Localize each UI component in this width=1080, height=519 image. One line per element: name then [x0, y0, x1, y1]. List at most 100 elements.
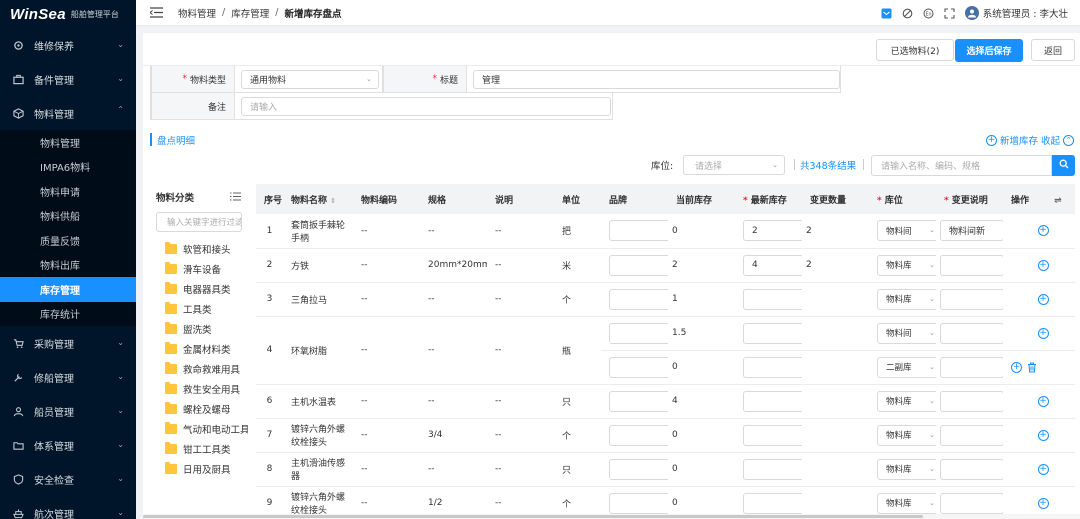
sidebar-sub-statistics[interactable]: 库存统计 [0, 302, 136, 327]
sidebar-item-purchase[interactable]: 采购管理 ⌄ [0, 326, 136, 360]
location-select[interactable]: 物料库 ⌄ [877, 254, 936, 276]
selected-materials-button[interactable]: 已选物料(2) [876, 39, 954, 61]
mail-icon[interactable] [881, 8, 892, 19]
delete-icon[interactable] [1027, 362, 1037, 373]
change-note-input[interactable] [940, 492, 1003, 514]
brand-input[interactable] [609, 492, 668, 514]
add-location-icon[interactable]: + [1037, 259, 1049, 271]
horizontal-scrollbar[interactable] [143, 514, 1080, 519]
sidebar-item-repair[interactable]: 修船管理 ⌄ [0, 360, 136, 394]
location-filter-select[interactable]: 请选择 ⌄ [683, 155, 785, 175]
sidebar-sub-request[interactable]: 物料申请 [0, 179, 136, 204]
breadcrumb-item[interactable]: 物料管理 [178, 6, 216, 20]
theme-icon[interactable] [902, 8, 913, 19]
category-item[interactable]: 金属材料类 [150, 339, 248, 359]
user-menu[interactable]: 系统管理员 : 李大壮 [964, 6, 1068, 20]
location-select[interactable]: 物料间 ⌄ [877, 220, 936, 242]
back-button[interactable]: 返回 [1031, 39, 1075, 61]
location-select[interactable]: 物料间 ⌄ [877, 322, 936, 344]
change-note-input[interactable] [940, 458, 1003, 480]
sidebar-sub-outbound[interactable]: 物料出库 [0, 253, 136, 278]
brand-input[interactable] [609, 356, 668, 378]
change-note-input[interactable] [940, 424, 1003, 446]
fullscreen-icon[interactable] [944, 7, 955, 19]
category-item[interactable]: 日用及厨具 [150, 459, 248, 479]
sidebar-sub-quality[interactable]: 质量反馈 [0, 228, 136, 253]
latest-stock-input[interactable] [743, 424, 802, 446]
category-item[interactable]: 气动和电动工具 [150, 419, 248, 439]
breadcrumb-item[interactable]: 库存管理 [231, 6, 269, 20]
change-note-input[interactable] [940, 390, 1003, 412]
language-icon[interactable]: En [923, 8, 934, 19]
sidebar-item-materials[interactable]: 物料管理 ⌃ [0, 96, 136, 130]
category-item[interactable]: 工具类 [150, 299, 248, 319]
add-location-icon[interactable]: + [1037, 395, 1049, 407]
sidebar-item-voyage[interactable]: 航次管理 ⌄ [0, 496, 136, 519]
category-item[interactable]: 电器器具类 [150, 279, 248, 299]
menu-fold-icon[interactable] [150, 7, 164, 19]
add-location-icon[interactable]: + [1037, 497, 1049, 509]
sidebar-item-spare-parts[interactable]: 备件管理 ⌄ [0, 62, 136, 96]
add-location-icon[interactable]: + [1037, 429, 1049, 441]
sidebar-sub-supply[interactable]: 物料供船 [0, 204, 136, 229]
category-item[interactable]: 盥洗类 [150, 319, 248, 339]
material-search-input[interactable]: 请输入名称、编码、规格 [871, 155, 1052, 176]
location-select[interactable]: 物料库 ⌄ [877, 458, 936, 480]
sidebar-item-crew[interactable]: 船员管理 ⌄ [0, 394, 136, 428]
sidebar-sub-inventory[interactable]: 库存管理 [0, 277, 136, 302]
sidebar-sub-material-manage[interactable]: 物料管理 [0, 130, 136, 155]
col-name[interactable]: 物料名称 ⇕ [283, 184, 353, 214]
latest-stock-input[interactable] [743, 492, 802, 514]
add-location-icon[interactable]: + [1011, 361, 1022, 373]
sidebar-item-safety[interactable]: 安全检查 ⌄ [0, 462, 136, 496]
latest-stock-input[interactable] [743, 458, 802, 480]
location-select[interactable]: 二副库 ⌄ [877, 356, 936, 378]
brand-input[interactable] [609, 220, 668, 242]
search-button[interactable] [1052, 155, 1075, 176]
category-filter-input[interactable]: 输入关键字进行过滤 [156, 212, 242, 232]
add-location-icon[interactable]: + [1037, 293, 1049, 305]
brand-input[interactable] [609, 390, 668, 412]
change-note-input[interactable] [940, 288, 1003, 310]
brand-input[interactable] [609, 288, 668, 310]
latest-stock-input[interactable] [743, 356, 802, 378]
add-inventory-link[interactable]: 新增库存 [1000, 133, 1038, 147]
change-note-input[interactable] [940, 322, 1003, 344]
remark-input[interactable]: 请输入 [241, 96, 611, 116]
latest-stock-input[interactable] [743, 322, 802, 344]
brand-input[interactable] [609, 458, 668, 480]
category-item[interactable]: 螺栓及螺母 [150, 399, 248, 419]
location-select[interactable]: 物料库 ⌄ [877, 492, 936, 514]
brand-input[interactable] [609, 254, 668, 276]
title-input[interactable]: 管理 [473, 69, 840, 89]
change-note-input[interactable] [940, 254, 1003, 276]
latest-stock-input[interactable]: 4 [743, 254, 802, 276]
material-type-select[interactable]: 通用物料 ⌄ [241, 69, 379, 89]
category-item[interactable]: 救命救难用具 [150, 359, 248, 379]
brand-input[interactable] [609, 322, 668, 344]
change-note-input[interactable]: 物料间新 [940, 220, 1003, 242]
latest-stock-input[interactable]: 2 [743, 220, 802, 242]
latest-stock-input[interactable] [743, 390, 802, 412]
sidebar-sub-impa6[interactable]: IMPA6物料 [0, 155, 136, 180]
location-select[interactable]: 物料库 ⌄ [877, 288, 936, 310]
location-select[interactable]: 物料库 ⌄ [877, 390, 936, 412]
category-item[interactable]: 钳工工具类 [150, 439, 248, 459]
collapse-link[interactable]: 收起 [1041, 133, 1060, 147]
brand-input[interactable] [609, 424, 668, 446]
add-location-icon[interactable]: + [1037, 327, 1049, 339]
chevron-up-circle-icon[interactable]: ⌃ [1063, 134, 1074, 146]
category-item[interactable]: 软管和接头 [150, 239, 248, 259]
add-location-icon[interactable]: + [1037, 463, 1049, 475]
select-and-save-button[interactable]: 选择后保存 [955, 39, 1023, 62]
category-item[interactable]: 救生安全用具 [150, 379, 248, 399]
change-note-input[interactable] [940, 356, 1003, 378]
latest-stock-input[interactable] [743, 288, 802, 310]
location-select[interactable]: 物料库 ⌄ [877, 424, 936, 446]
list-icon[interactable] [230, 192, 241, 204]
category-item[interactable]: 滑车设备 [150, 259, 248, 279]
sidebar-item-system[interactable]: 体系管理 ⌄ [0, 428, 136, 462]
add-location-icon[interactable]: + [1037, 225, 1049, 237]
cell-unit: 把 [554, 214, 601, 249]
sidebar-item-maintenance[interactable]: 维修保养 ⌄ [0, 28, 136, 62]
